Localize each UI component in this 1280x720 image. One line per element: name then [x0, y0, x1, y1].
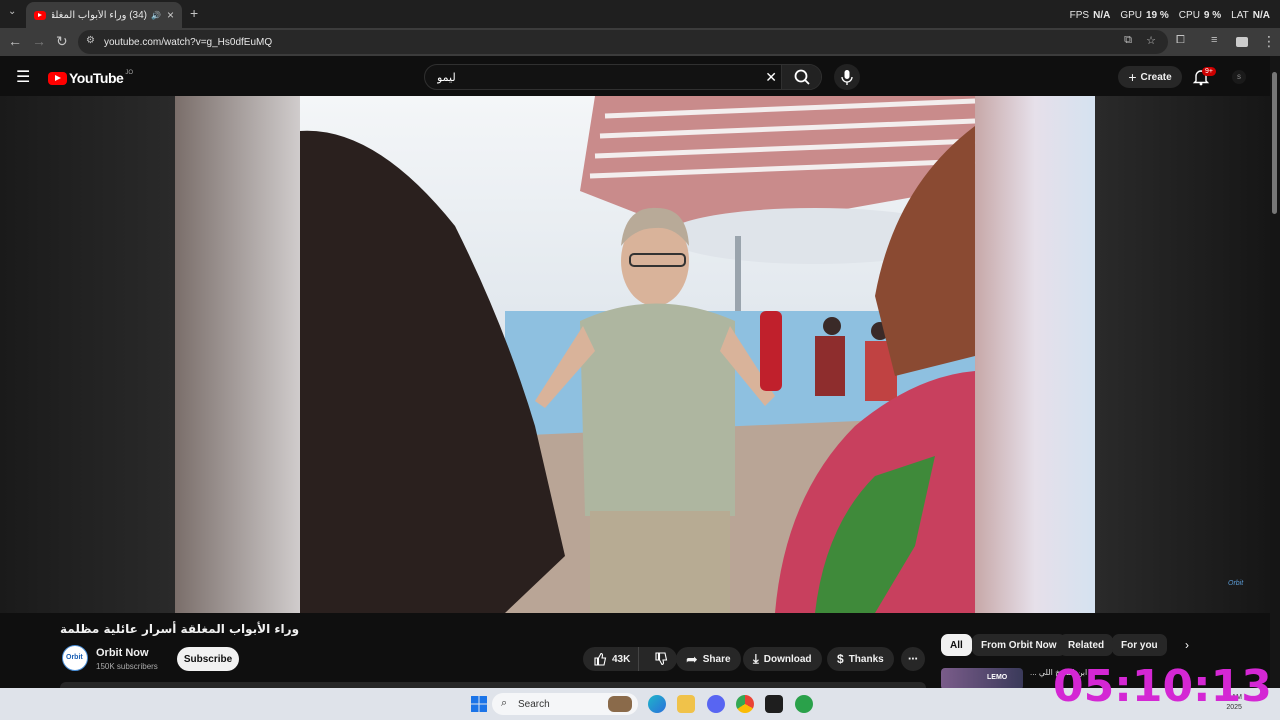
performance-stats: FPS N/A GPU 19 % CPU 9 % LAT N/A — [1070, 10, 1270, 21]
video-player[interactable] — [0, 96, 1270, 613]
microphone-icon — [841, 70, 853, 85]
hamburger-menu-icon[interactable]: ☰ — [16, 67, 30, 87]
windows-start-icon[interactable] — [470, 695, 488, 713]
profile-icon[interactable] — [1236, 37, 1248, 47]
more-menu-icon[interactable]: ⋮ — [1262, 33, 1276, 50]
video-scene — [175, 96, 1095, 613]
voice-search-button[interactable] — [834, 64, 860, 90]
stat-fps: FPS N/A — [1069, 10, 1111, 21]
close-tab-icon[interactable]: × — [167, 8, 174, 22]
search-box: ✕ — [424, 64, 822, 90]
edge-browser-icon[interactable] — [648, 695, 666, 713]
channel-avatar[interactable]: Orbit — [62, 645, 88, 671]
chevron-right-icon[interactable]: › — [1185, 638, 1189, 652]
new-tab-icon[interactable]: + — [190, 5, 198, 21]
search-input[interactable] — [437, 69, 757, 85]
tab-list-icon[interactable]: ⌄ — [8, 6, 16, 17]
clear-search-icon[interactable]: ✕ — [765, 69, 777, 86]
share-button[interactable]: ➦ Share — [676, 647, 741, 671]
overlay-clock: 05:10:13 — [1053, 661, 1272, 712]
player-left-blur — [0, 96, 175, 613]
chip-related[interactable]: Related — [1059, 634, 1114, 656]
search-icon: ⌕ — [501, 697, 508, 709]
address-bar[interactable]: ⚙ youtube.com/watch?v=g_Hs0dfEuMQ ⧉ ☆ — [78, 30, 1168, 54]
subscribe-button[interactable]: Subscribe — [177, 647, 239, 671]
site-info-icon[interactable]: ⚙ — [86, 35, 95, 46]
terminal-icon[interactable] — [765, 695, 783, 713]
channel-watermark[interactable]: Orbit — [1228, 580, 1243, 587]
discord-icon[interactable] — [707, 695, 725, 713]
stat-cpu: CPU 9 % — [1178, 10, 1222, 21]
subscriber-count: 150K subscribers — [96, 662, 158, 671]
url-text: youtube.com/watch?v=g_Hs0dfEuMQ — [104, 36, 273, 48]
browser-tab[interactable]: (34) وراء الأبواب المغلقة أسرار 🔊 × — [26, 2, 182, 28]
more-horizontal-icon: ⋯ — [908, 653, 918, 665]
like-count: 43K — [612, 653, 631, 665]
install-app-icon[interactable]: ⧉ — [1124, 34, 1132, 47]
browser-tab-bar: ⌄ (34) وراء الأبواب المغلقة أسرار 🔊 × + … — [0, 0, 1280, 28]
like-button[interactable]: 43K — [583, 647, 639, 671]
forward-icon[interactable]: → — [32, 33, 46, 49]
video-frame — [175, 96, 1095, 613]
thanks-button[interactable]: $ Thanks — [827, 647, 894, 671]
account-avatar[interactable]: s — [1232, 70, 1246, 84]
youtube-logo[interactable]: YouTube JO — [48, 70, 133, 86]
thanks-icon: $ — [837, 652, 844, 666]
share-icon: ➦ — [686, 650, 698, 667]
download-button[interactable]: ⤓ Download — [743, 647, 822, 671]
tab-title: (34) وراء الأبواب المغلقة أسرار — [52, 9, 148, 21]
thumbs-down-icon — [655, 652, 668, 666]
like-dislike-group: 43K — [583, 647, 677, 671]
plus-icon: + — [1128, 69, 1137, 85]
search-icon — [794, 69, 810, 85]
audio-playing-icon[interactable]: 🔊 — [151, 11, 161, 20]
stat-lat: LAT N/A — [1231, 10, 1270, 21]
chip-all[interactable]: All — [941, 634, 972, 656]
dislike-button[interactable] — [644, 652, 668, 666]
search-highlight-icon — [608, 696, 632, 712]
extensions-icon[interactable]: ⧠ — [1176, 34, 1185, 47]
download-icon: ⤓ — [753, 651, 759, 666]
channel-name[interactable]: Orbit Now — [96, 647, 149, 659]
more-actions-button[interactable]: ⋯ — [901, 647, 925, 671]
browser-toolbar: ← → ↻ ⚙ youtube.com/watch?v=g_Hs0dfEuMQ … — [0, 28, 1280, 56]
related-video-thumbnail[interactable]: LEMO — [941, 668, 1023, 690]
back-icon[interactable]: ← — [8, 33, 22, 49]
reload-icon[interactable]: ↻ — [56, 33, 68, 50]
youtube-play-icon — [48, 71, 67, 85]
scrollbar-thumb[interactable] — [1272, 72, 1277, 214]
chip-from-channel[interactable]: From Orbit Now — [972, 634, 1066, 656]
thumbs-up-icon — [594, 652, 607, 666]
player-right-blur — [1095, 96, 1270, 613]
reading-list-icon[interactable]: ≡ — [1211, 34, 1217, 46]
youtube-header: ☰ YouTube JO ✕ + Create — [0, 56, 1280, 96]
taskbar-search[interactable]: ⌕ Search — [492, 693, 638, 715]
stat-gpu: GPU 19 % — [1120, 10, 1169, 21]
create-button[interactable]: + Create — [1118, 66, 1182, 88]
search-button[interactable] — [781, 65, 821, 89]
chrome-icon[interactable] — [736, 695, 754, 713]
chip-for-you[interactable]: For you — [1112, 634, 1167, 656]
app-icon[interactable] — [795, 695, 813, 713]
notification-badge: 9+ — [1202, 67, 1216, 76]
bookmark-star-icon[interactable]: ☆ — [1146, 34, 1156, 47]
video-title: وراء الأبواب المغلقة أسرار عائلية مظلمة — [60, 622, 300, 636]
file-explorer-icon[interactable] — [677, 695, 695, 713]
youtube-favicon-icon — [34, 10, 46, 20]
